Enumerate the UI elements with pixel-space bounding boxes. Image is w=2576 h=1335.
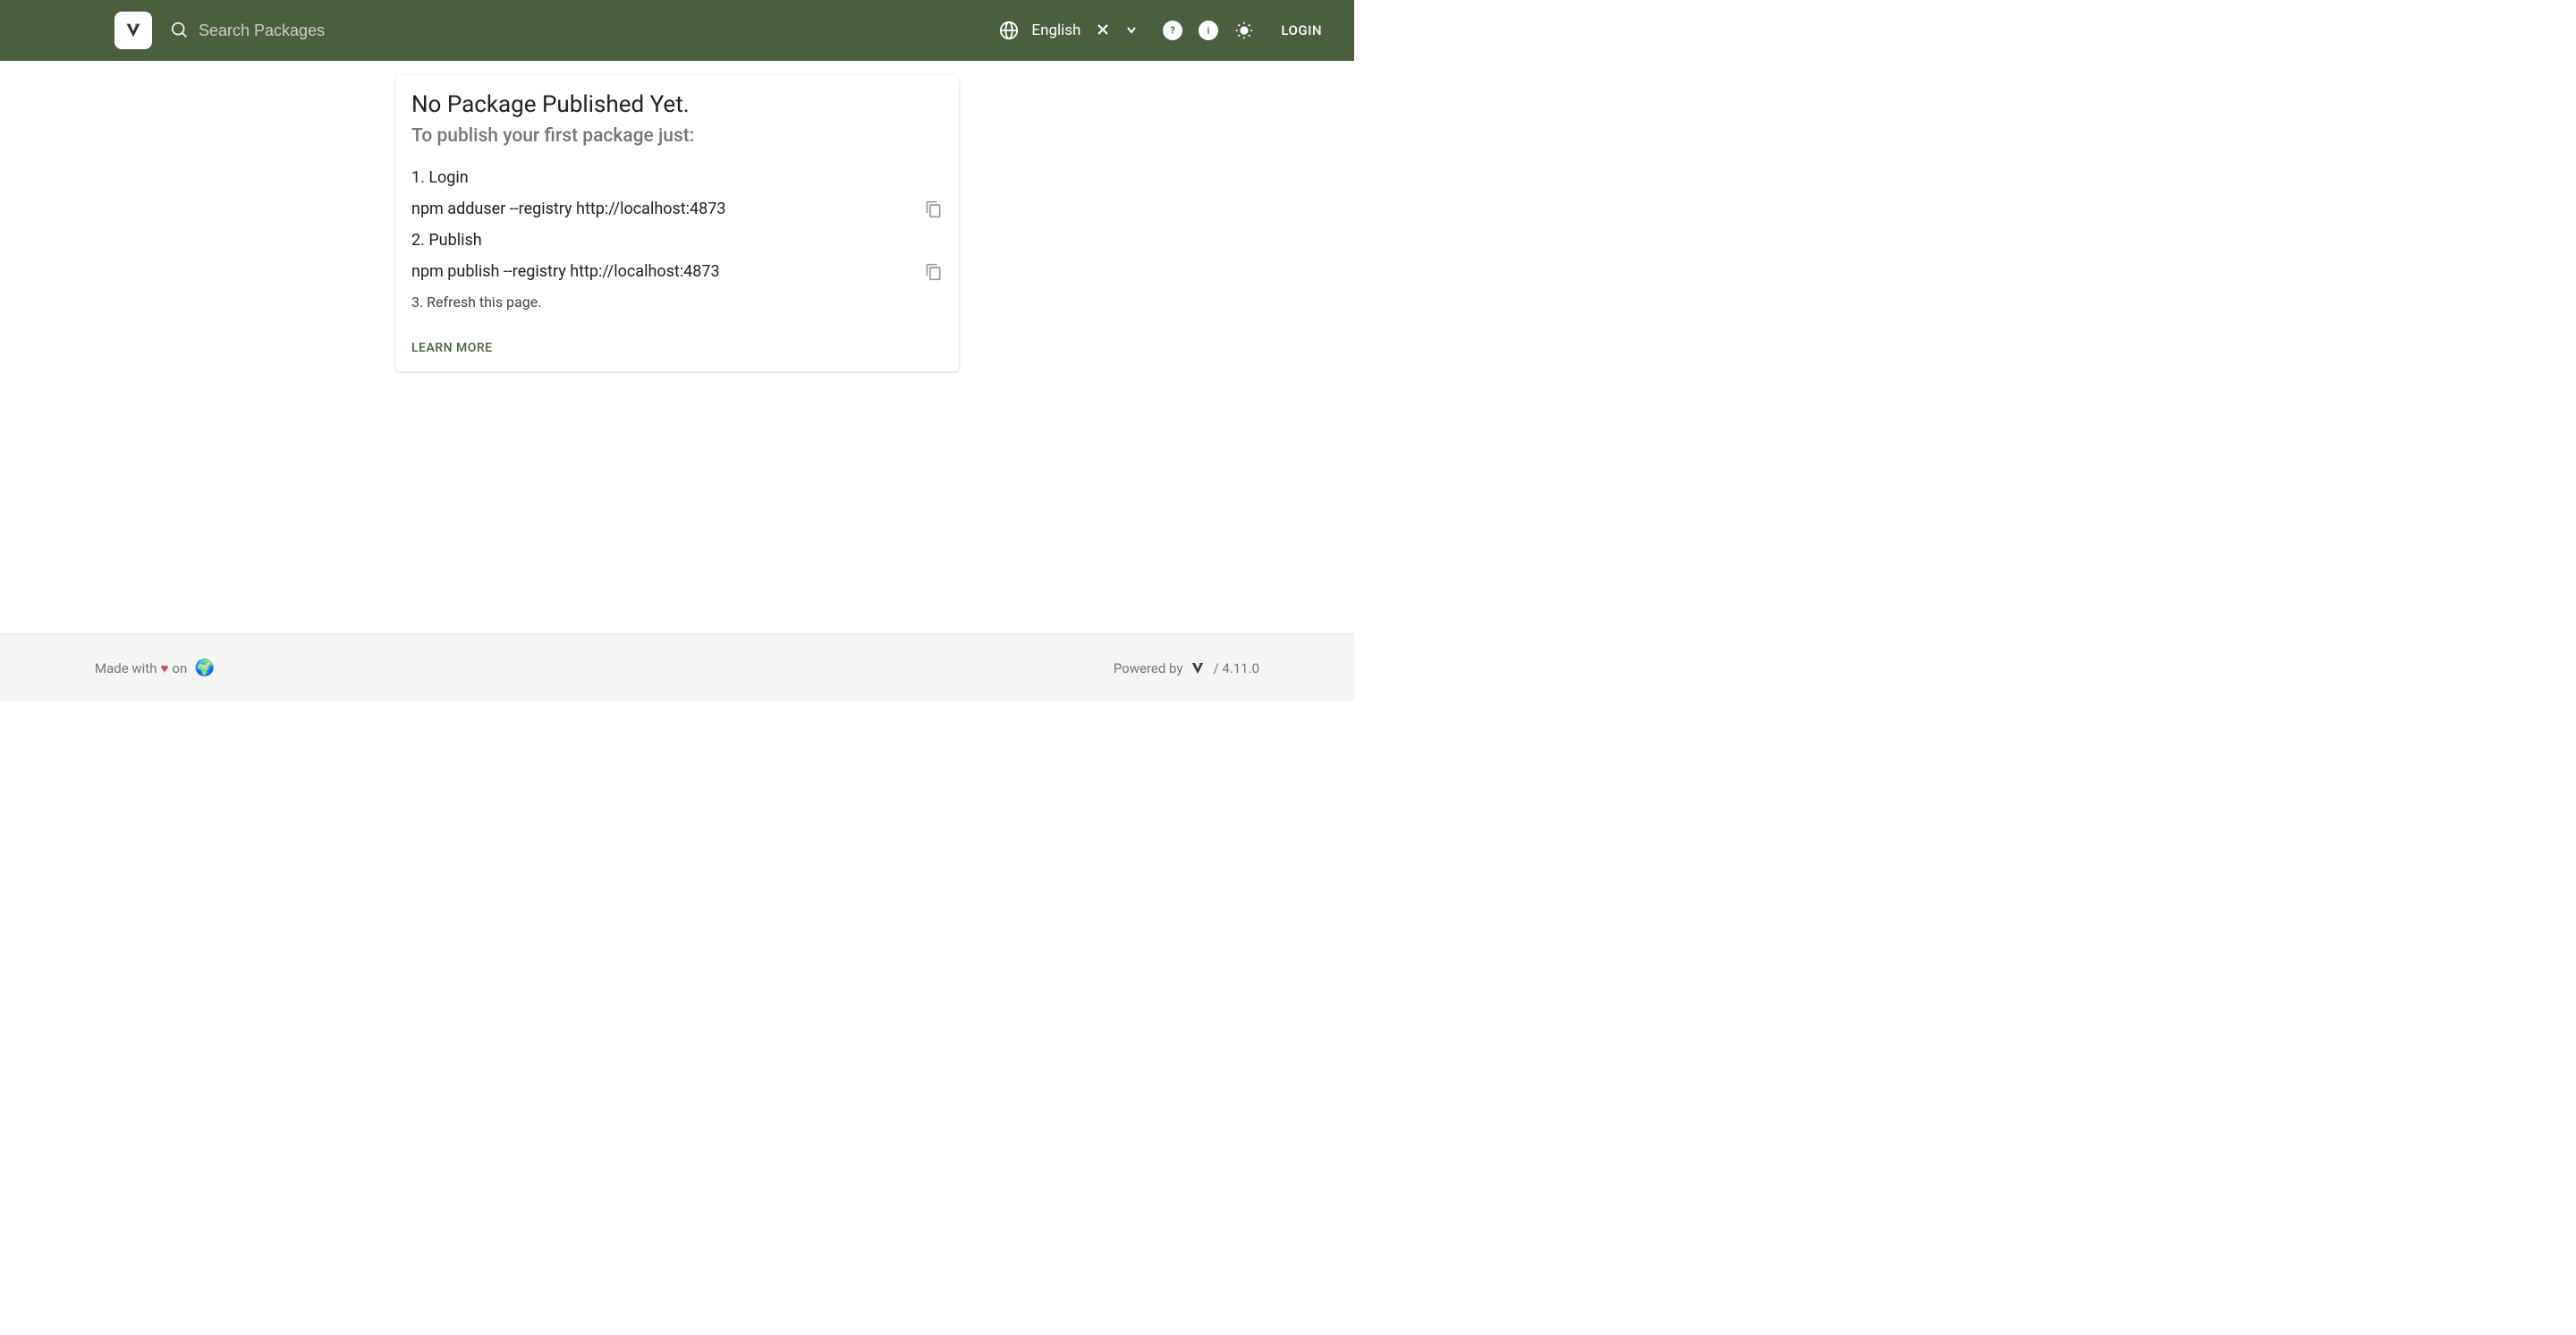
svg-text:?: ? [1171, 25, 1176, 36]
login-button[interactable]: LOGIN [1270, 15, 1333, 46]
command-1-text: npm adduser --registry http://localhost:… [411, 200, 726, 218]
verdaccio-logo-icon [123, 21, 143, 40]
language-label: English [1031, 21, 1080, 39]
language-clear-icon[interactable] [1093, 22, 1113, 39]
svg-text:i: i [1208, 26, 1210, 36]
footer-logo-icon [1190, 660, 1206, 676]
footer-on: on [172, 660, 187, 676]
card-subtitle: To publish your first package just: [411, 125, 943, 147]
footer-powered-by: Powered by [1114, 660, 1183, 676]
app-logo[interactable] [114, 12, 152, 49]
command-2-text: npm publish --registry http://localhost:… [411, 262, 720, 281]
earth-icon: 🌍 [191, 659, 215, 677]
command-row-1: npm adduser --registry http://localhost:… [411, 200, 943, 218]
chevron-down-icon[interactable] [1125, 22, 1138, 39]
copy-icon[interactable] [925, 263, 943, 281]
step-3-label: 3. Refresh this page. [411, 293, 943, 310]
app-header: English ? i [0, 0, 1354, 61]
search-input[interactable] [199, 21, 467, 40]
footer-left: Made with ♥ on 🌍 [95, 659, 215, 677]
info-button[interactable]: i [1199, 21, 1218, 40]
help-button[interactable]: ? [1163, 21, 1182, 40]
copy-icon[interactable] [925, 200, 943, 218]
app-footer: Made with ♥ on 🌍 Powered by / 4.11.0 [0, 633, 1354, 702]
language-selector[interactable]: English [999, 21, 1138, 40]
footer-right: Powered by / 4.11.0 [1114, 660, 1259, 676]
main-content: No Package Published Yet. To publish you… [0, 61, 1354, 371]
theme-toggle-icon[interactable] [1234, 21, 1254, 40]
command-row-2: npm publish --registry http://localhost:… [411, 262, 943, 281]
step-1-label: 1. Login [411, 168, 943, 187]
help-icon: ? [1167, 25, 1178, 36]
learn-more-button[interactable]: LEARN MORE [411, 336, 943, 361]
footer-version: / 4.11.0 [1213, 660, 1259, 676]
search-container [170, 21, 999, 40]
footer-made-with: Made with [95, 660, 157, 676]
heart-icon: ♥ [160, 660, 168, 676]
search-icon [170, 21, 190, 40]
step-2-label: 2. Publish [411, 231, 943, 250]
empty-state-card: No Package Published Yet. To publish you… [395, 75, 959, 371]
info-icon: i [1203, 25, 1214, 36]
globe-icon [999, 21, 1019, 40]
header-actions: English ? i [999, 15, 1333, 46]
card-title: No Package Published Yet. [411, 91, 943, 118]
